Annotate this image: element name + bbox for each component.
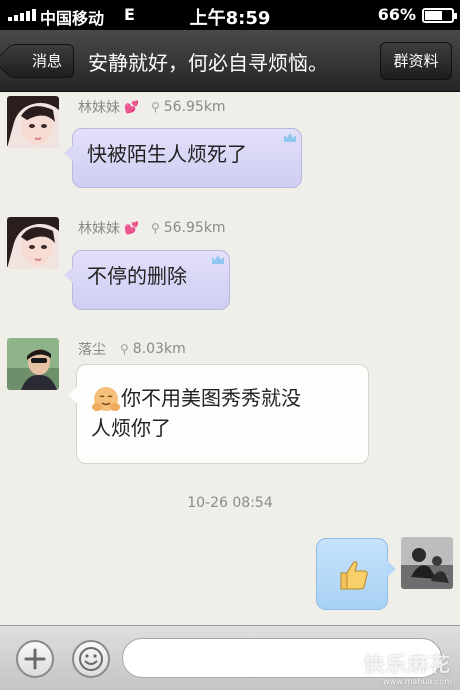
watermark-logo: 快乐麻花 www.mahua.com <box>364 648 452 686</box>
message-text: 快被陌生人烦死了 <box>87 142 247 166</box>
message-bubble[interactable]: 快被陌生人烦死了 <box>64 128 302 188</box>
avatar[interactable] <box>7 96 59 148</box>
location-pin-icon: ⚲ <box>150 100 160 114</box>
message-text-line: 你不用美图秀秀就没 <box>121 386 301 410</box>
status-bar: 中国移动 E 上午8:59 66% <box>0 0 460 30</box>
smiley-icon <box>79 647 103 671</box>
crown-icon <box>212 255 224 264</box>
sender-info: 林妹妹 💕 ⚲ 56.95km <box>78 97 226 117</box>
add-button[interactable] <box>16 640 54 678</box>
battery-icon <box>422 8 457 23</box>
chat-title: 安静就好，何必自寻烦恼。 <box>88 51 328 75</box>
watermark-url: www.mahua.com <box>383 677 452 686</box>
heart-icon: 💕 <box>124 221 139 235</box>
hugging-emoji-icon <box>92 387 120 411</box>
message-text: 不停的删除 <box>87 264 187 288</box>
back-button[interactable]: 消息 <box>10 44 74 78</box>
back-button-label: 消息 <box>31 52 62 70</box>
message-bubble[interactable]: 你不用美图秀秀就没 人烦你了 <box>68 364 369 464</box>
distance: 8.03km <box>132 341 186 357</box>
distance: 56.95km <box>163 99 226 115</box>
sender-info: 林妹妹 💕 ⚲ 56.95km <box>78 218 226 238</box>
input-bar: 快乐麻花 www.mahua.com <box>0 625 460 690</box>
message-text-line: 人烦你了 <box>91 416 171 440</box>
timestamp: 10-26 08:54 <box>187 495 273 511</box>
emoji-button[interactable] <box>72 640 110 678</box>
location-pin-icon: ⚲ <box>120 342 129 356</box>
message-bubble[interactable]: 不停的删除 <box>64 250 230 310</box>
my-avatar[interactable] <box>401 537 453 589</box>
navigation-bar: 消息 安静就好，何必自寻烦恼。 群资料 <box>0 30 460 92</box>
sender-name: 落尘 <box>78 342 106 358</box>
avatar[interactable] <box>7 217 59 269</box>
thumbs-up-icon <box>340 561 368 590</box>
message-bubble-outgoing[interactable] <box>316 538 396 610</box>
heart-icon: 💕 <box>124 100 139 114</box>
sender-name: 林妹妹 <box>78 221 120 237</box>
sender-info: 落尘 ⚲ 8.03km <box>78 339 186 359</box>
plus-icon <box>24 648 46 670</box>
watermark-text: 快乐麻花 <box>364 652 452 676</box>
location-pin-icon: ⚲ <box>150 221 160 235</box>
sender-name: 林妹妹 <box>78 100 120 116</box>
avatar[interactable] <box>7 338 59 390</box>
group-info-button[interactable]: 群资料 <box>380 42 452 80</box>
distance: 56.95km <box>163 220 226 236</box>
battery-percent: 66% <box>377 5 416 24</box>
crown-icon <box>284 133 296 142</box>
